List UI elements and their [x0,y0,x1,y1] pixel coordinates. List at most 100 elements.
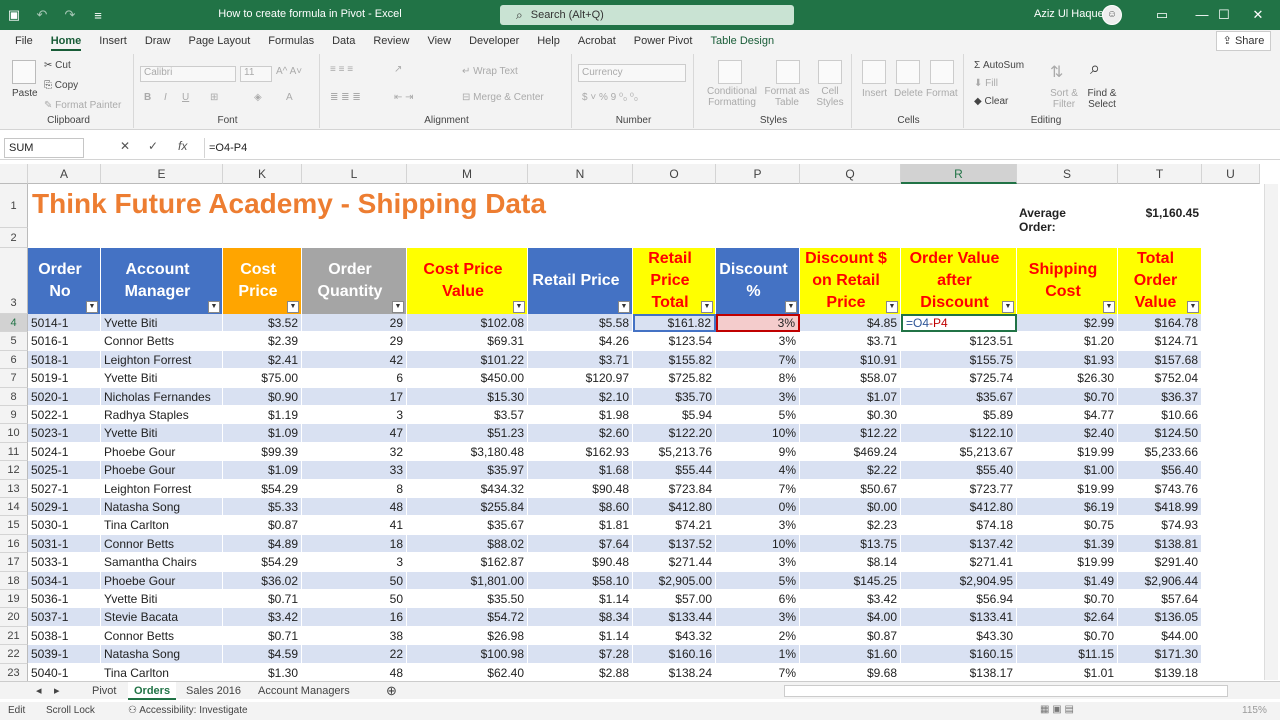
table-cell[interactable]: $122.20 [633,424,716,443]
header-order-quantity[interactable]: Order Quantity ▼ [302,248,407,314]
row-header[interactable]: 13 [0,479,28,498]
table-cell[interactable]: $0.87 [800,626,901,646]
header-account-manager[interactable]: Account Manager ▼ [101,248,223,314]
table-cell[interactable]: $4.77 [1017,406,1118,425]
table-cell[interactable]: 5018-1 [28,350,101,370]
tab-draw[interactable]: Draw [136,30,180,52]
table-cell[interactable]: Natasha Song [101,645,223,664]
table-cell[interactable]: 3% [716,314,800,333]
table-cell[interactable]: $124.50 [1118,424,1202,443]
sheet-tab-pivot[interactable]: Pivot [86,682,122,700]
table-cell[interactable]: $271.44 [633,553,716,572]
filter-dropdown-icon[interactable]: ▼ [701,301,713,313]
table-cell[interactable]: $434.32 [407,479,528,498]
table-cell[interactable]: $123.51 [901,332,1017,351]
table-cell[interactable]: 3 [302,406,407,425]
table-cell[interactable]: $5,233.66 [1118,442,1202,462]
row-header[interactable]: 4 [0,314,28,333]
table-cell[interactable]: 3 [302,553,407,572]
table-cell[interactable]: $5.89 [901,406,1017,425]
filter-dropdown-icon[interactable]: ▼ [886,301,898,313]
table-cell[interactable]: 3% [716,387,800,406]
table-cell[interactable]: $2.60 [528,424,633,443]
font-color-icon[interactable]: A [286,92,293,103]
table-cell[interactable]: $752.04 [1118,369,1202,388]
row-header[interactable]: 2 [0,228,28,248]
table-cell[interactable]: $412.80 [901,498,1017,517]
tab-view[interactable]: View [418,30,460,52]
table-cell[interactable]: $124.71 [1118,332,1202,351]
table-cell[interactable]: $4.89 [223,534,302,554]
table-cell[interactable]: $3.57 [407,406,528,425]
tab-formulas[interactable]: Formulas [259,30,323,52]
tab-data[interactable]: Data [323,30,364,52]
column-header-l[interactable]: L [302,164,407,184]
row-header[interactable]: 7 [0,369,28,388]
table-cell[interactable]: $1.19 [223,406,302,425]
bold-icon[interactable]: B [144,92,151,103]
table-cell[interactable]: Stevie Bacata [101,608,223,627]
table-cell[interactable]: $160.15 [901,645,1017,664]
table-cell[interactable]: 5029-1 [28,498,101,517]
table-cell[interactable]: $2.39 [223,332,302,351]
table-cell[interactable]: 5030-1 [28,516,101,535]
header-order-value-after-discount[interactable]: Order Value after Discount ▼ [901,248,1017,314]
table-cell[interactable]: $90.48 [528,479,633,498]
table-cell[interactable]: $122.10 [901,424,1017,443]
table-cell[interactable]: $12.22 [800,424,901,443]
tab-home[interactable]: Home [42,30,91,52]
table-cell[interactable]: $55.44 [633,461,716,480]
header-cost-price[interactable]: Cost Price ▼ [223,248,302,314]
name-box[interactable]: SUM [4,138,84,158]
table-cell[interactable]: $3.52 [223,314,302,333]
tab-help[interactable]: Help [528,30,569,52]
header-cost-price-value[interactable]: Cost Price Value ▼ [407,248,528,314]
table-cell[interactable]: $101.22 [407,350,528,370]
format-cells-button[interactable]: Format [926,88,958,99]
table-cell[interactable]: $74.93 [1118,516,1202,535]
table-cell[interactable]: 3% [716,516,800,535]
table-cell[interactable]: $4.59 [223,645,302,664]
table-cell[interactable]: $0.87 [223,516,302,535]
table-cell[interactable]: $56.40 [1118,461,1202,480]
table-cell[interactable]: $19.99 [1017,479,1118,498]
delete-cells-button[interactable]: Delete [894,88,923,99]
table-cell[interactable]: $1.14 [528,590,633,609]
row-header[interactable]: 6 [0,350,28,370]
table-cell[interactable]: $62.40 [407,663,528,682]
table-cell[interactable]: $102.08 [407,314,528,333]
table-cell[interactable]: $11.15 [1017,645,1118,664]
column-header-k[interactable]: K [223,164,302,184]
table-cell[interactable]: $138.24 [633,663,716,682]
table-cell[interactable]: $743.76 [1118,479,1202,498]
paste-icon[interactable] [12,60,36,84]
indent-icon[interactable]: ⇤ ⇥ [394,92,414,103]
table-cell[interactable]: $2.23 [800,516,901,535]
table-cell[interactable]: $155.75 [901,350,1017,370]
table-cell[interactable]: $36.02 [223,571,302,590]
table-cell[interactable]: 5034-1 [28,571,101,590]
customize-qat-icon[interactable]: ≡ [84,0,112,30]
row-header[interactable]: 3 [0,248,28,314]
table-cell[interactable]: $271.41 [901,553,1017,572]
table-cell[interactable]: $0.70 [1017,590,1118,609]
table-cell[interactable]: 8% [716,369,800,388]
column-header-a[interactable]: A [28,164,101,184]
table-cell[interactable]: 5025-1 [28,461,101,480]
table-cell[interactable]: $5,213.76 [633,442,716,462]
table-cell[interactable]: $133.41 [901,608,1017,627]
row-header[interactable]: 21 [0,626,28,646]
header-total-order-value[interactable]: Total Order Value ▼ [1118,248,1202,314]
tab-nav-left-icon[interactable]: ◂ [30,682,48,700]
column-header-m[interactable]: M [407,164,528,184]
table-cell[interactable]: $4.00 [800,608,901,627]
table-cell[interactable]: 32 [302,442,407,462]
row-header[interactable]: 20 [0,608,28,627]
column-header-e[interactable]: E [101,164,223,184]
row-header[interactable]: 18 [0,571,28,590]
table-cell[interactable]: $5.58 [528,314,633,333]
format-as-table-button[interactable]: Format as Table [762,86,812,108]
table-cell[interactable]: $139.18 [1118,663,1202,682]
table-cell[interactable]: $1.00 [1017,461,1118,480]
table-cell[interactable]: $3,180.48 [407,442,528,462]
